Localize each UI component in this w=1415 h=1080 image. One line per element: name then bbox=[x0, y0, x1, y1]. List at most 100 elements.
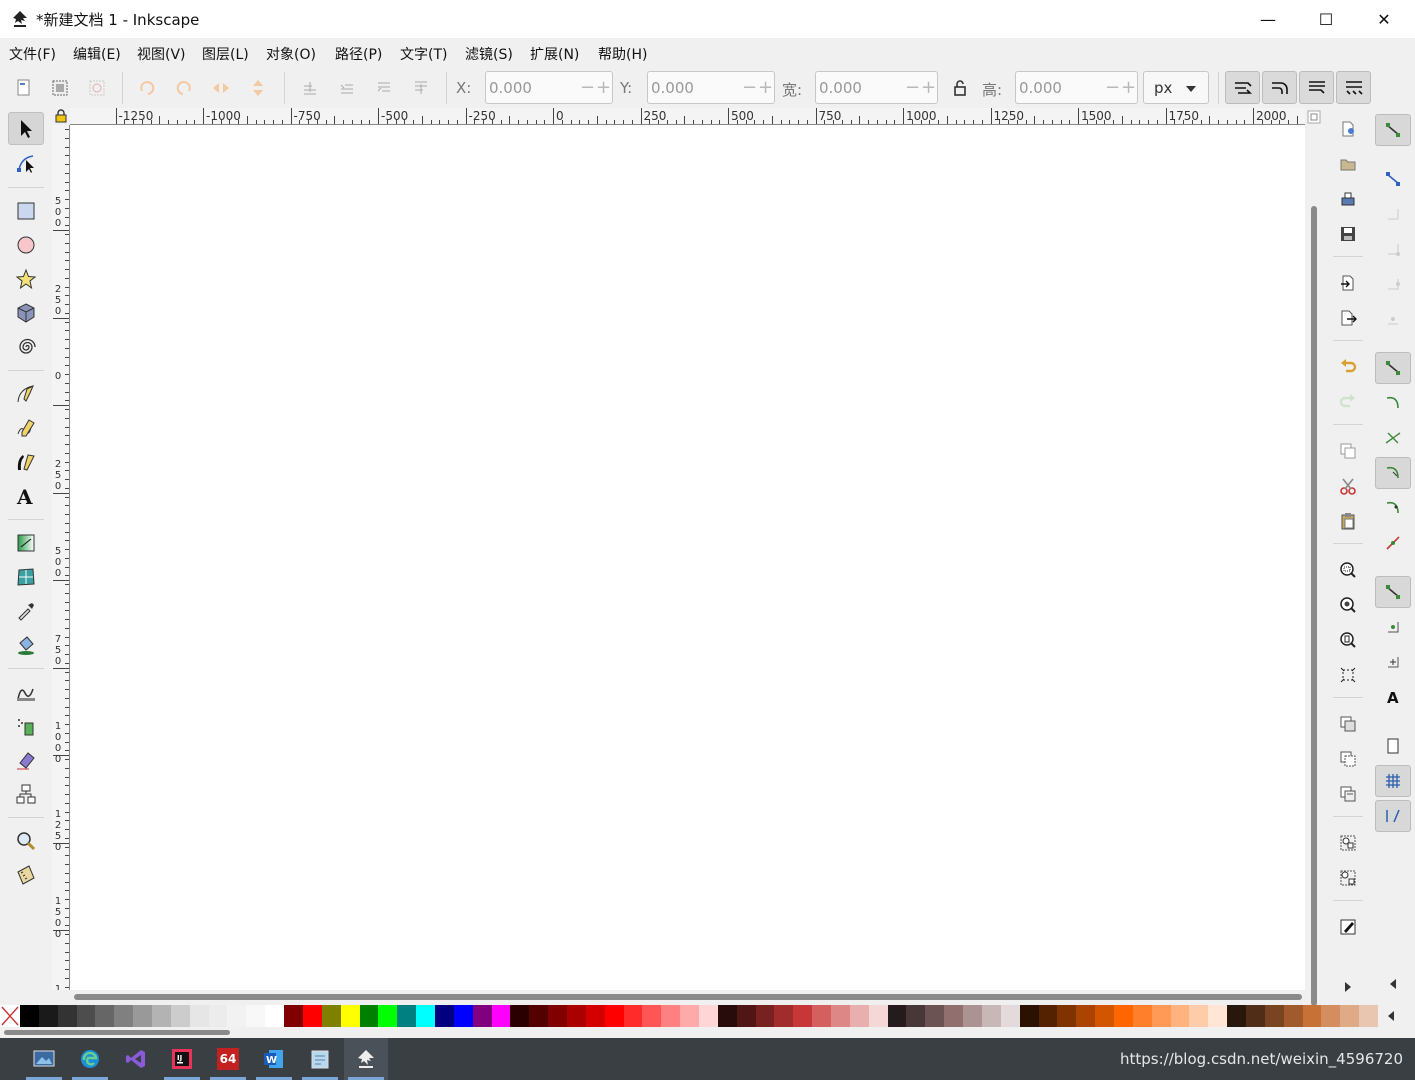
paste-button[interactable] bbox=[1335, 508, 1361, 534]
new-document-button[interactable] bbox=[1335, 116, 1361, 142]
color-swatch[interactable] bbox=[1245, 1005, 1266, 1027]
menu-layer[interactable]: 图层(L) bbox=[202, 44, 249, 64]
import-button[interactable] bbox=[1335, 270, 1361, 296]
height-field[interactable]: 0.000 − + bbox=[1015, 71, 1138, 104]
y-field[interactable]: 0.000 − + bbox=[647, 71, 775, 104]
snap-bbox-edge-toggle[interactable] bbox=[1375, 198, 1411, 230]
palette-scrollbar[interactable] bbox=[0, 1027, 1415, 1038]
snap-bbox-midpoint-toggle[interactable] bbox=[1375, 268, 1411, 300]
pen-tool[interactable] bbox=[8, 377, 44, 410]
menu-view[interactable]: 视图(V) bbox=[137, 44, 186, 64]
color-swatch[interactable] bbox=[246, 1005, 266, 1027]
color-swatch[interactable] bbox=[1340, 1005, 1360, 1027]
close-button[interactable]: ✕ bbox=[1355, 0, 1413, 38]
move-patterns-toggle[interactable] bbox=[1336, 71, 1371, 104]
select-all-in-all-layers-icon[interactable] bbox=[48, 76, 72, 100]
color-swatch[interactable] bbox=[623, 1005, 643, 1027]
color-swatch[interactable] bbox=[887, 1005, 907, 1027]
color-swatch[interactable] bbox=[1321, 1005, 1341, 1027]
color-swatch[interactable] bbox=[1302, 1005, 1322, 1027]
color-swatch[interactable] bbox=[1076, 1005, 1096, 1027]
color-swatch[interactable] bbox=[434, 1005, 455, 1027]
paint-bucket-tool[interactable] bbox=[8, 628, 44, 661]
color-swatch[interactable] bbox=[604, 1005, 625, 1027]
color-swatch[interactable] bbox=[1095, 1005, 1115, 1027]
snap-text-baseline-toggle[interactable]: A bbox=[1375, 681, 1411, 713]
raise-icon[interactable] bbox=[372, 76, 396, 100]
color-swatch[interactable] bbox=[114, 1005, 134, 1027]
color-swatch[interactable] bbox=[1151, 1005, 1172, 1027]
color-swatch[interactable] bbox=[284, 1005, 304, 1027]
unlink-clone-button[interactable] bbox=[1335, 781, 1361, 807]
raise-to-top-icon[interactable] bbox=[409, 76, 433, 100]
color-swatch[interactable] bbox=[1038, 1005, 1058, 1027]
x-field[interactable]: 0.000 − + bbox=[485, 71, 613, 104]
move-gradients-toggle[interactable] bbox=[1299, 71, 1334, 104]
fill-stroke-button[interactable] bbox=[1335, 914, 1361, 940]
cut-button[interactable] bbox=[1335, 473, 1361, 499]
color-swatch[interactable] bbox=[944, 1005, 964, 1027]
width-decrement-button[interactable]: − bbox=[905, 77, 920, 98]
save-button[interactable] bbox=[1335, 221, 1361, 247]
snap-smooth-nodes-toggle[interactable] bbox=[1375, 492, 1411, 524]
color-swatch[interactable] bbox=[189, 1005, 210, 1027]
spray-tool[interactable] bbox=[8, 709, 44, 742]
color-swatch[interactable] bbox=[963, 1005, 983, 1027]
rotate-cw-icon[interactable] bbox=[172, 76, 196, 100]
ungroup-button[interactable] bbox=[1335, 865, 1361, 891]
color-swatch[interactable] bbox=[566, 1005, 587, 1027]
vertical-scrollbar[interactable] bbox=[1305, 108, 1325, 1006]
copy-button[interactable] bbox=[1335, 438, 1361, 464]
color-swatch[interactable] bbox=[133, 1005, 153, 1027]
drawing-canvas[interactable] bbox=[70, 125, 1305, 990]
color-swatch[interactable] bbox=[472, 1005, 493, 1027]
taskbar-notepad[interactable] bbox=[298, 1038, 342, 1080]
gradient-tool[interactable] bbox=[8, 526, 44, 559]
color-swatch[interactable] bbox=[680, 1005, 700, 1027]
horizontal-ruler[interactable]: -1250 -1000 -750 -500 -250 0 250 500 750 1000 1250… bbox=[70, 108, 1305, 125]
snap-paths-toggle[interactable] bbox=[1375, 387, 1411, 419]
height-decrement-button[interactable]: − bbox=[1105, 77, 1120, 98]
color-swatch[interactable] bbox=[699, 1005, 719, 1027]
taskbar-visual-studio[interactable] bbox=[114, 1038, 158, 1080]
color-swatch[interactable] bbox=[1283, 1005, 1304, 1027]
color-swatch[interactable] bbox=[831, 1005, 851, 1027]
vertical-scroll-thumb[interactable] bbox=[1311, 206, 1317, 1006]
color-swatch[interactable] bbox=[453, 1005, 474, 1027]
menu-path[interactable]: 路径(P) bbox=[335, 44, 382, 64]
ellipse-tool[interactable] bbox=[8, 228, 44, 261]
color-swatch[interactable] bbox=[793, 1005, 813, 1027]
color-swatch[interactable] bbox=[1132, 1005, 1153, 1027]
color-swatch[interactable] bbox=[340, 1005, 360, 1027]
color-swatch[interactable] bbox=[397, 1005, 417, 1027]
color-swatch[interactable] bbox=[585, 1005, 606, 1027]
print-button[interactable] bbox=[1335, 186, 1361, 212]
color-swatch[interactable] bbox=[1208, 1005, 1228, 1027]
color-swatch[interactable] bbox=[95, 1005, 115, 1027]
menu-file[interactable]: 文件(F) bbox=[9, 44, 56, 64]
duplicate-button[interactable] bbox=[1335, 711, 1361, 737]
snap-nodes-toggle[interactable] bbox=[1375, 352, 1411, 384]
color-swatch[interactable] bbox=[510, 1005, 530, 1027]
spiral-tool[interactable] bbox=[8, 330, 44, 363]
export-button[interactable] bbox=[1335, 305, 1361, 331]
color-swatch[interactable] bbox=[1170, 1005, 1190, 1027]
zoom-tool[interactable] bbox=[8, 824, 44, 857]
color-swatch[interactable] bbox=[1057, 1005, 1077, 1027]
zoom-selection-button[interactable] bbox=[1335, 557, 1361, 583]
open-button[interactable] bbox=[1335, 151, 1361, 177]
connector-tool[interactable] bbox=[8, 777, 44, 810]
flip-vertical-icon[interactable] bbox=[246, 76, 270, 100]
unit-select[interactable]: px bbox=[1143, 71, 1209, 104]
color-swatch[interactable] bbox=[717, 1005, 738, 1027]
menu-help[interactable]: 帮助(H) bbox=[598, 44, 647, 64]
color-swatch[interactable] bbox=[1264, 1005, 1285, 1027]
horizontal-scroll-thumb[interactable] bbox=[74, 994, 1302, 1000]
color-swatch[interactable] bbox=[849, 1005, 870, 1027]
no-paint-swatch[interactable] bbox=[0, 1005, 20, 1027]
snap-enable-toggle[interactable] bbox=[1375, 114, 1411, 146]
minimize-button[interactable]: — bbox=[1239, 0, 1297, 38]
y-increment-button[interactable]: + bbox=[758, 77, 773, 98]
color-swatch[interactable] bbox=[38, 1005, 59, 1027]
snap-guides-toggle[interactable] bbox=[1375, 800, 1411, 832]
